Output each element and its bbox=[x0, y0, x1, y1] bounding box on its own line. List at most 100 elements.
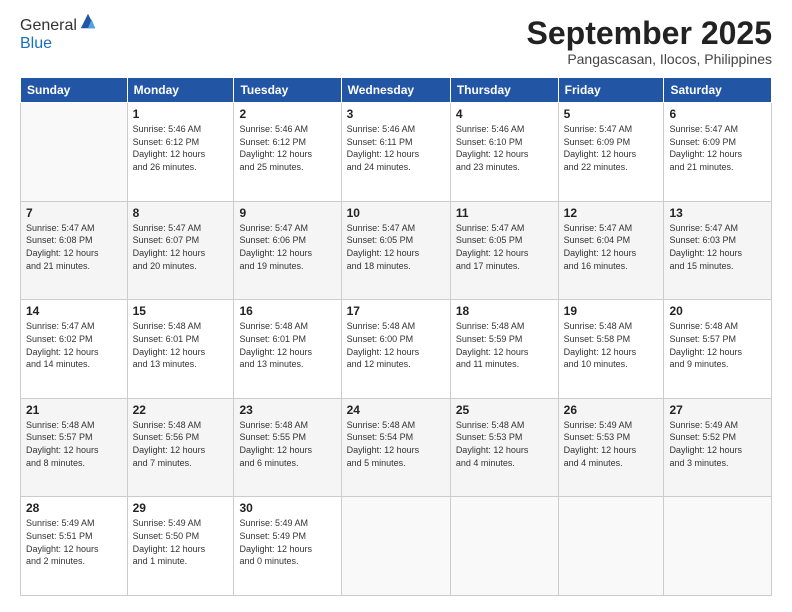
week-row-2: 7Sunrise: 5:47 AM Sunset: 6:08 PM Daylig… bbox=[21, 201, 772, 300]
day-info: Sunrise: 5:49 AM Sunset: 5:53 PM Dayligh… bbox=[564, 419, 659, 469]
week-row-5: 28 Sunrise: 5:49 AM Sunset: 5:51 PM Dayli… bbox=[21, 497, 772, 596]
day-info: Sunrise: 5:47 AM Sunset: 6:09 PM Dayligh… bbox=[669, 123, 766, 173]
calendar-cell: 17 Sunrise: 5:48 AM Sunset: 6:00 PM Dayli… bbox=[341, 300, 450, 399]
calendar-cell: 1 Sunrise: 5:46 AM Sunset: 6:12 PM Daylig… bbox=[127, 103, 234, 202]
day-number: 29 bbox=[133, 501, 229, 515]
day-number: 13 bbox=[669, 206, 766, 220]
calendar-cell: 15Sunrise: 5:48 AM Sunset: 6:01 PM Dayli… bbox=[127, 300, 234, 399]
calendar-page: General Blue September 2025 Pangascasan,… bbox=[0, 0, 792, 612]
calendar-title: September 2025 bbox=[527, 16, 772, 51]
calendar-cell: 7Sunrise: 5:47 AM Sunset: 6:08 PM Daylig… bbox=[21, 201, 128, 300]
calendar-cell: 19Sunrise: 5:48 AM Sunset: 5:58 PM Dayli… bbox=[558, 300, 664, 399]
day-info: Sunrise: 5:47 AM Sunset: 6:09 PM Dayligh… bbox=[564, 123, 659, 173]
day-number: 10 bbox=[347, 206, 445, 220]
calendar-cell: 13 Sunrise: 5:47 AM Sunset: 6:03 PM Dayli… bbox=[664, 201, 772, 300]
logo: General Blue bbox=[20, 16, 97, 53]
day-info: Sunrise: 5:46 AM Sunset: 6:10 PM Dayligh… bbox=[456, 123, 553, 173]
header-friday: Friday bbox=[558, 78, 664, 103]
calendar-table: Sunday Monday Tuesday Wednesday Thursday… bbox=[20, 77, 772, 596]
calendar-cell: 28 Sunrise: 5:49 AM Sunset: 5:51 PM Dayli… bbox=[21, 497, 128, 596]
day-info: Sunrise: 5:49 AM Sunset: 5:52 PM Dayligh… bbox=[669, 419, 766, 469]
week-row-3: 14 Sunrise: 5:47 AM Sunset: 6:02 PM Dayli… bbox=[21, 300, 772, 399]
day-number: 25 bbox=[456, 403, 553, 417]
day-number: 16 bbox=[239, 304, 335, 318]
day-info: Sunrise: 5:49 AM Sunset: 5:50 PM Dayligh… bbox=[133, 517, 229, 567]
header-saturday: Saturday bbox=[664, 78, 772, 103]
calendar-subtitle: Pangascasan, Ilocos, Philippines bbox=[527, 51, 772, 67]
calendar-cell bbox=[450, 497, 558, 596]
calendar-cell bbox=[21, 103, 128, 202]
calendar-cell: 4 Sunrise: 5:46 AM Sunset: 6:10 PM Daylig… bbox=[450, 103, 558, 202]
day-number: 8 bbox=[133, 206, 229, 220]
day-info: Sunrise: 5:48 AM Sunset: 5:57 PM Dayligh… bbox=[26, 419, 122, 469]
day-number: 15 bbox=[133, 304, 229, 318]
day-info: Sunrise: 5:48 AM Sunset: 5:54 PM Dayligh… bbox=[347, 419, 445, 469]
day-info: Sunrise: 5:48 AM Sunset: 6:00 PM Dayligh… bbox=[347, 320, 445, 370]
day-info: Sunrise: 5:48 AM Sunset: 6:01 PM Dayligh… bbox=[239, 320, 335, 370]
calendar-cell: 12 Sunrise: 5:47 AM Sunset: 6:04 PM Dayli… bbox=[558, 201, 664, 300]
day-info: Sunrise: 5:48 AM Sunset: 5:55 PM Dayligh… bbox=[239, 419, 335, 469]
day-number: 17 bbox=[347, 304, 445, 318]
day-info: Sunrise: 5:49 AM Sunset: 5:49 PM Dayligh… bbox=[239, 517, 335, 567]
calendar-cell: 21 Sunrise: 5:48 AM Sunset: 5:57 PM Dayli… bbox=[21, 398, 128, 497]
calendar-cell: 9Sunrise: 5:47 AM Sunset: 6:06 PM Daylig… bbox=[234, 201, 341, 300]
calendar-cell: 18 Sunrise: 5:48 AM Sunset: 5:59 PM Dayli… bbox=[450, 300, 558, 399]
day-number: 2 bbox=[239, 107, 335, 121]
header: General Blue September 2025 Pangascasan,… bbox=[20, 16, 772, 67]
day-info: Sunrise: 5:49 AM Sunset: 5:51 PM Dayligh… bbox=[26, 517, 122, 567]
day-number: 1 bbox=[133, 107, 229, 121]
header-thursday: Thursday bbox=[450, 78, 558, 103]
calendar-cell: 3 Sunrise: 5:46 AM Sunset: 6:11 PM Daylig… bbox=[341, 103, 450, 202]
header-wednesday: Wednesday bbox=[341, 78, 450, 103]
day-number: 26 bbox=[564, 403, 659, 417]
day-number: 12 bbox=[564, 206, 659, 220]
day-info: Sunrise: 5:47 AM Sunset: 6:08 PM Dayligh… bbox=[26, 222, 122, 272]
calendar-cell: 20 Sunrise: 5:48 AM Sunset: 5:57 PM Dayli… bbox=[664, 300, 772, 399]
day-info: Sunrise: 5:48 AM Sunset: 5:59 PM Dayligh… bbox=[456, 320, 553, 370]
calendar-cell bbox=[664, 497, 772, 596]
day-info: Sunrise: 5:46 AM Sunset: 6:12 PM Dayligh… bbox=[239, 123, 335, 173]
day-number: 18 bbox=[456, 304, 553, 318]
day-number: 21 bbox=[26, 403, 122, 417]
calendar-cell: 23 Sunrise: 5:48 AM Sunset: 5:55 PM Dayli… bbox=[234, 398, 341, 497]
day-number: 11 bbox=[456, 206, 553, 220]
calendar-cell: 25 Sunrise: 5:48 AM Sunset: 5:53 PM Dayli… bbox=[450, 398, 558, 497]
calendar-cell: 27Sunrise: 5:49 AM Sunset: 5:52 PM Dayli… bbox=[664, 398, 772, 497]
calendar-cell: 14 Sunrise: 5:47 AM Sunset: 6:02 PM Dayli… bbox=[21, 300, 128, 399]
day-info: Sunrise: 5:48 AM Sunset: 5:56 PM Dayligh… bbox=[133, 419, 229, 469]
calendar-cell: 10Sunrise: 5:47 AM Sunset: 6:05 PM Dayli… bbox=[341, 201, 450, 300]
weekday-header-row: Sunday Monday Tuesday Wednesday Thursday… bbox=[21, 78, 772, 103]
calendar-cell: 22 Sunrise: 5:48 AM Sunset: 5:56 PM Dayli… bbox=[127, 398, 234, 497]
day-info: Sunrise: 5:47 AM Sunset: 6:05 PM Dayligh… bbox=[456, 222, 553, 272]
day-number: 20 bbox=[669, 304, 766, 318]
logo-icon bbox=[79, 12, 97, 30]
calendar-cell: 29 Sunrise: 5:49 AM Sunset: 5:50 PM Dayli… bbox=[127, 497, 234, 596]
calendar-cell: 11 Sunrise: 5:47 AM Sunset: 6:05 PM Dayli… bbox=[450, 201, 558, 300]
day-number: 4 bbox=[456, 107, 553, 121]
day-info: Sunrise: 5:47 AM Sunset: 6:02 PM Dayligh… bbox=[26, 320, 122, 370]
day-number: 23 bbox=[239, 403, 335, 417]
day-info: Sunrise: 5:47 AM Sunset: 6:06 PM Dayligh… bbox=[239, 222, 335, 272]
week-row-1: 1 Sunrise: 5:46 AM Sunset: 6:12 PM Daylig… bbox=[21, 103, 772, 202]
logo-blue-text: Blue bbox=[20, 35, 52, 52]
header-tuesday: Tuesday bbox=[234, 78, 341, 103]
day-info: Sunrise: 5:48 AM Sunset: 5:53 PM Dayligh… bbox=[456, 419, 553, 469]
day-number: 5 bbox=[564, 107, 659, 121]
day-number: 14 bbox=[26, 304, 122, 318]
day-info: Sunrise: 5:48 AM Sunset: 5:58 PM Dayligh… bbox=[564, 320, 659, 370]
calendar-cell: 16 Sunrise: 5:48 AM Sunset: 6:01 PM Dayli… bbox=[234, 300, 341, 399]
title-block: September 2025 Pangascasan, Ilocos, Phil… bbox=[527, 16, 772, 67]
day-info: Sunrise: 5:48 AM Sunset: 5:57 PM Dayligh… bbox=[669, 320, 766, 370]
calendar-cell: 2 Sunrise: 5:46 AM Sunset: 6:12 PM Daylig… bbox=[234, 103, 341, 202]
day-number: 3 bbox=[347, 107, 445, 121]
day-number: 22 bbox=[133, 403, 229, 417]
day-info: Sunrise: 5:47 AM Sunset: 6:04 PM Dayligh… bbox=[564, 222, 659, 272]
day-number: 24 bbox=[347, 403, 445, 417]
calendar-cell: 8 Sunrise: 5:47 AM Sunset: 6:07 PM Daylig… bbox=[127, 201, 234, 300]
day-number: 28 bbox=[26, 501, 122, 515]
logo-general-text: General bbox=[20, 17, 77, 34]
day-info: Sunrise: 5:46 AM Sunset: 6:12 PM Dayligh… bbox=[133, 123, 229, 173]
day-info: Sunrise: 5:47 AM Sunset: 6:03 PM Dayligh… bbox=[669, 222, 766, 272]
day-info: Sunrise: 5:47 AM Sunset: 6:07 PM Dayligh… bbox=[133, 222, 229, 272]
day-info: Sunrise: 5:46 AM Sunset: 6:11 PM Dayligh… bbox=[347, 123, 445, 173]
